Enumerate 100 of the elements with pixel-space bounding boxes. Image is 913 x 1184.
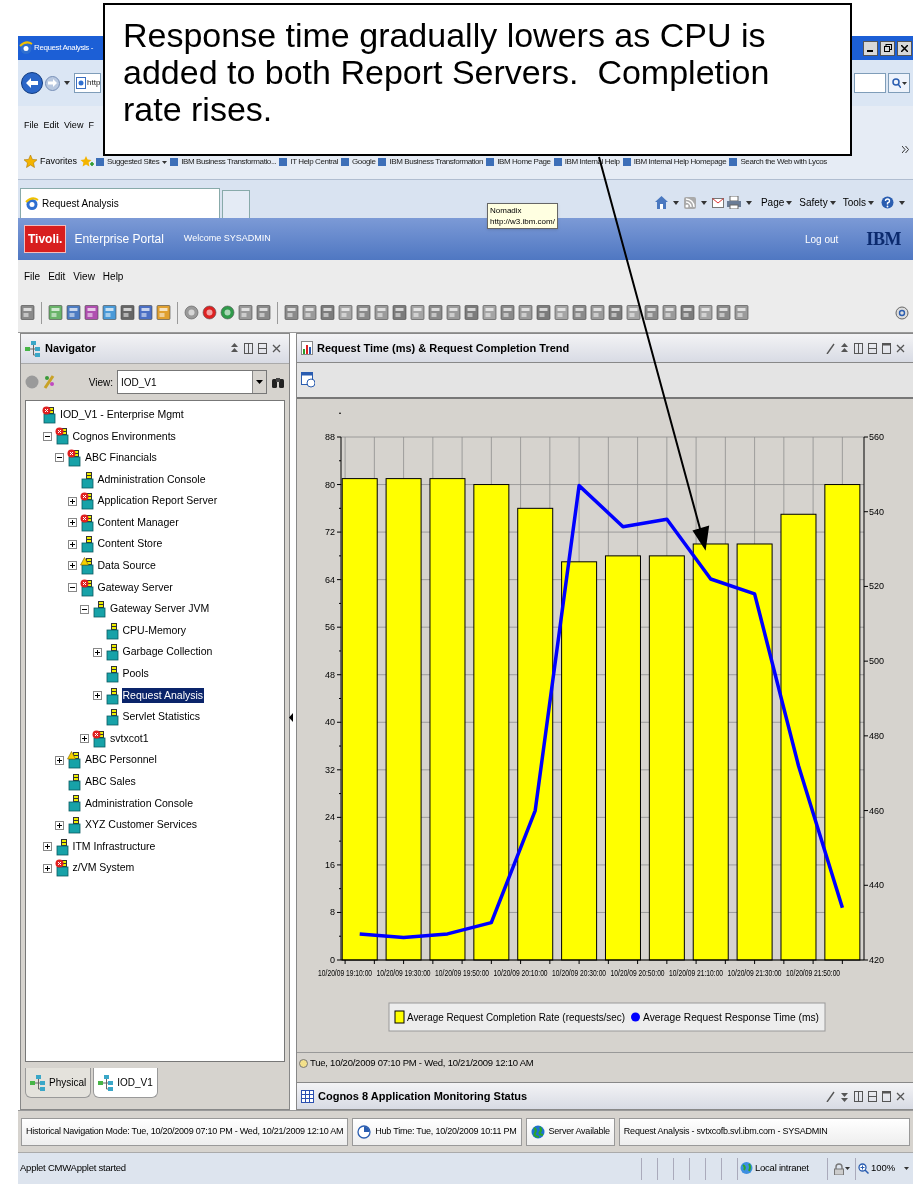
bookmark-link[interactable]: IBM Business Transformation [389,156,484,168]
expand-box-icon[interactable] [67,518,77,528]
tree-item[interactable]: Request Analysis [121,687,205,704]
tree-item[interactable]: XYZ Customer Services [84,817,199,833]
split-vertical-icon[interactable] [854,1090,863,1102]
tree-item[interactable]: Content Manager [96,514,180,531]
maximize-icon[interactable] [882,1090,891,1102]
tree-item[interactable]: Data Source [96,558,157,574]
caret-icon[interactable] [844,1167,850,1170]
tree-item[interactable]: Gateway Server [96,579,174,596]
caret-icon[interactable] [745,200,752,205]
expand-box-icon[interactable] [80,734,89,744]
collapse-box-icon[interactable] [55,453,64,463]
expand-box-icon[interactable] [67,539,77,549]
tree-item[interactable]: IOD_V1 - Enterprise Mgmt [59,406,185,423]
bookmark-link[interactable]: Google [352,156,376,168]
menu-item[interactable]: View [64,119,84,133]
tree-item[interactable]: svtxcot1 [109,730,150,747]
help-icon[interactable] [881,196,894,209]
bookmark-link[interactable]: Suggested Sites [107,156,160,168]
print-icon[interactable] [726,196,741,209]
tree-item[interactable]: CPU-Memory [121,622,188,639]
zoom-button[interactable]: 100% [855,1157,911,1180]
caret-icon[interactable] [700,200,707,205]
logout-link[interactable]: Log out [804,231,839,247]
maximize-icon[interactable] [882,342,891,354]
restore-button[interactable] [880,40,895,56]
tree-item[interactable]: ABC Sales [84,774,137,790]
expand-box-icon[interactable] [67,496,77,506]
time-span-icon[interactable] [301,372,315,388]
expand-box-icon[interactable] [92,691,102,700]
move-up-icon[interactable] [230,343,239,354]
expand-box-icon[interactable] [42,863,52,873]
settings-icon[interactable] [895,305,909,320]
caret-icon[interactable] [162,160,168,164]
caret-icon[interactable] [672,200,679,205]
mail-icon[interactable] [711,197,724,208]
edit-icon[interactable] [826,1090,835,1102]
bookmark-link[interactable]: IBM Internal Help Homepage [633,156,727,168]
menu-item[interactable]: File [24,269,41,284]
bookmark-link[interactable]: Search the Web with Lycos [740,156,827,168]
menu-item[interactable]: Edit [43,119,60,133]
tree-item[interactable]: Pools [121,666,150,682]
caret-icon[interactable] [64,81,70,85]
search-field[interactable] [854,73,886,93]
tree-item[interactable]: Garbage Collection [121,644,214,661]
caret-icon[interactable] [899,200,905,205]
search-button[interactable] [888,73,910,93]
command-menu-button[interactable]: Safety [799,195,836,210]
bookmark-link[interactable]: IT Help Central [290,156,339,168]
close-icon[interactable] [896,1090,905,1102]
binoculars-icon[interactable] [271,375,285,389]
menu-item[interactable]: View [73,269,95,284]
collapse-box-icon[interactable] [42,431,52,441]
move-up-icon[interactable] [840,342,849,354]
tree-item[interactable]: Administration Console [96,471,207,488]
bookmark-link[interactable]: IBM Home Page [497,156,551,168]
view-dropdown[interactable]: IOD_V1 [117,370,267,394]
close-icon[interactable] [896,342,905,354]
navigator-tab[interactable]: IOD_V1 [93,1068,158,1098]
expand-box-icon[interactable] [55,820,64,830]
split-horizontal-icon[interactable] [868,1090,877,1102]
split-horizontal-icon[interactable] [868,342,877,354]
menu-item[interactable]: Help [102,269,124,284]
toolbar-icon[interactable] [626,304,641,321]
command-menu-button[interactable]: Tools [842,195,874,210]
tree-item[interactable]: z/VM System [71,860,136,877]
expand-box-icon[interactable] [42,842,52,852]
tree-item[interactable]: Cognos Environments [71,428,177,445]
tree-item[interactable]: Content Store [96,536,164,553]
minimize-button[interactable] [863,40,878,56]
tree-item[interactable]: ABC Financials [84,450,158,466]
menu-item[interactable]: F [88,119,94,133]
close-button[interactable] [897,40,912,56]
move-down-icon[interactable] [840,1090,849,1102]
collapse-box-icon[interactable] [67,583,77,593]
collapse-box-icon[interactable] [80,604,89,614]
edit-view-icon[interactable] [43,374,55,390]
split-vertical-icon[interactable] [244,343,253,354]
tree-item[interactable]: Gateway Server JVM [109,601,211,617]
tree-item[interactable]: Application Report Server [96,493,219,510]
chevron-icon[interactable] [902,146,909,153]
menu-item[interactable]: Edit [48,269,66,284]
split-vertical-icon[interactable] [854,342,863,354]
collapse-arrow-icon[interactable] [289,713,293,722]
tree-item[interactable]: ITM Infrastructure [71,838,157,855]
favorites-button[interactable]: Favorites [40,155,77,169]
browser-tab[interactable]: Request Analysis [20,188,220,218]
bookmark-link[interactable]: IBM Business Transformatio... [181,156,277,168]
menu-item[interactable]: File [24,119,39,133]
expand-box-icon[interactable] [92,647,102,657]
address-field[interactable]: http [74,73,101,93]
navigator-tab[interactable]: Physical [25,1068,92,1098]
home-icon[interactable] [654,196,668,209]
expand-box-icon[interactable] [67,561,77,571]
expand-box-icon[interactable] [55,755,64,765]
close-icon[interactable] [272,343,281,354]
tree-item[interactable]: Administration Console [84,795,194,812]
tree-item[interactable]: Servlet Statistics [121,709,202,725]
edit-icon[interactable] [826,342,835,354]
